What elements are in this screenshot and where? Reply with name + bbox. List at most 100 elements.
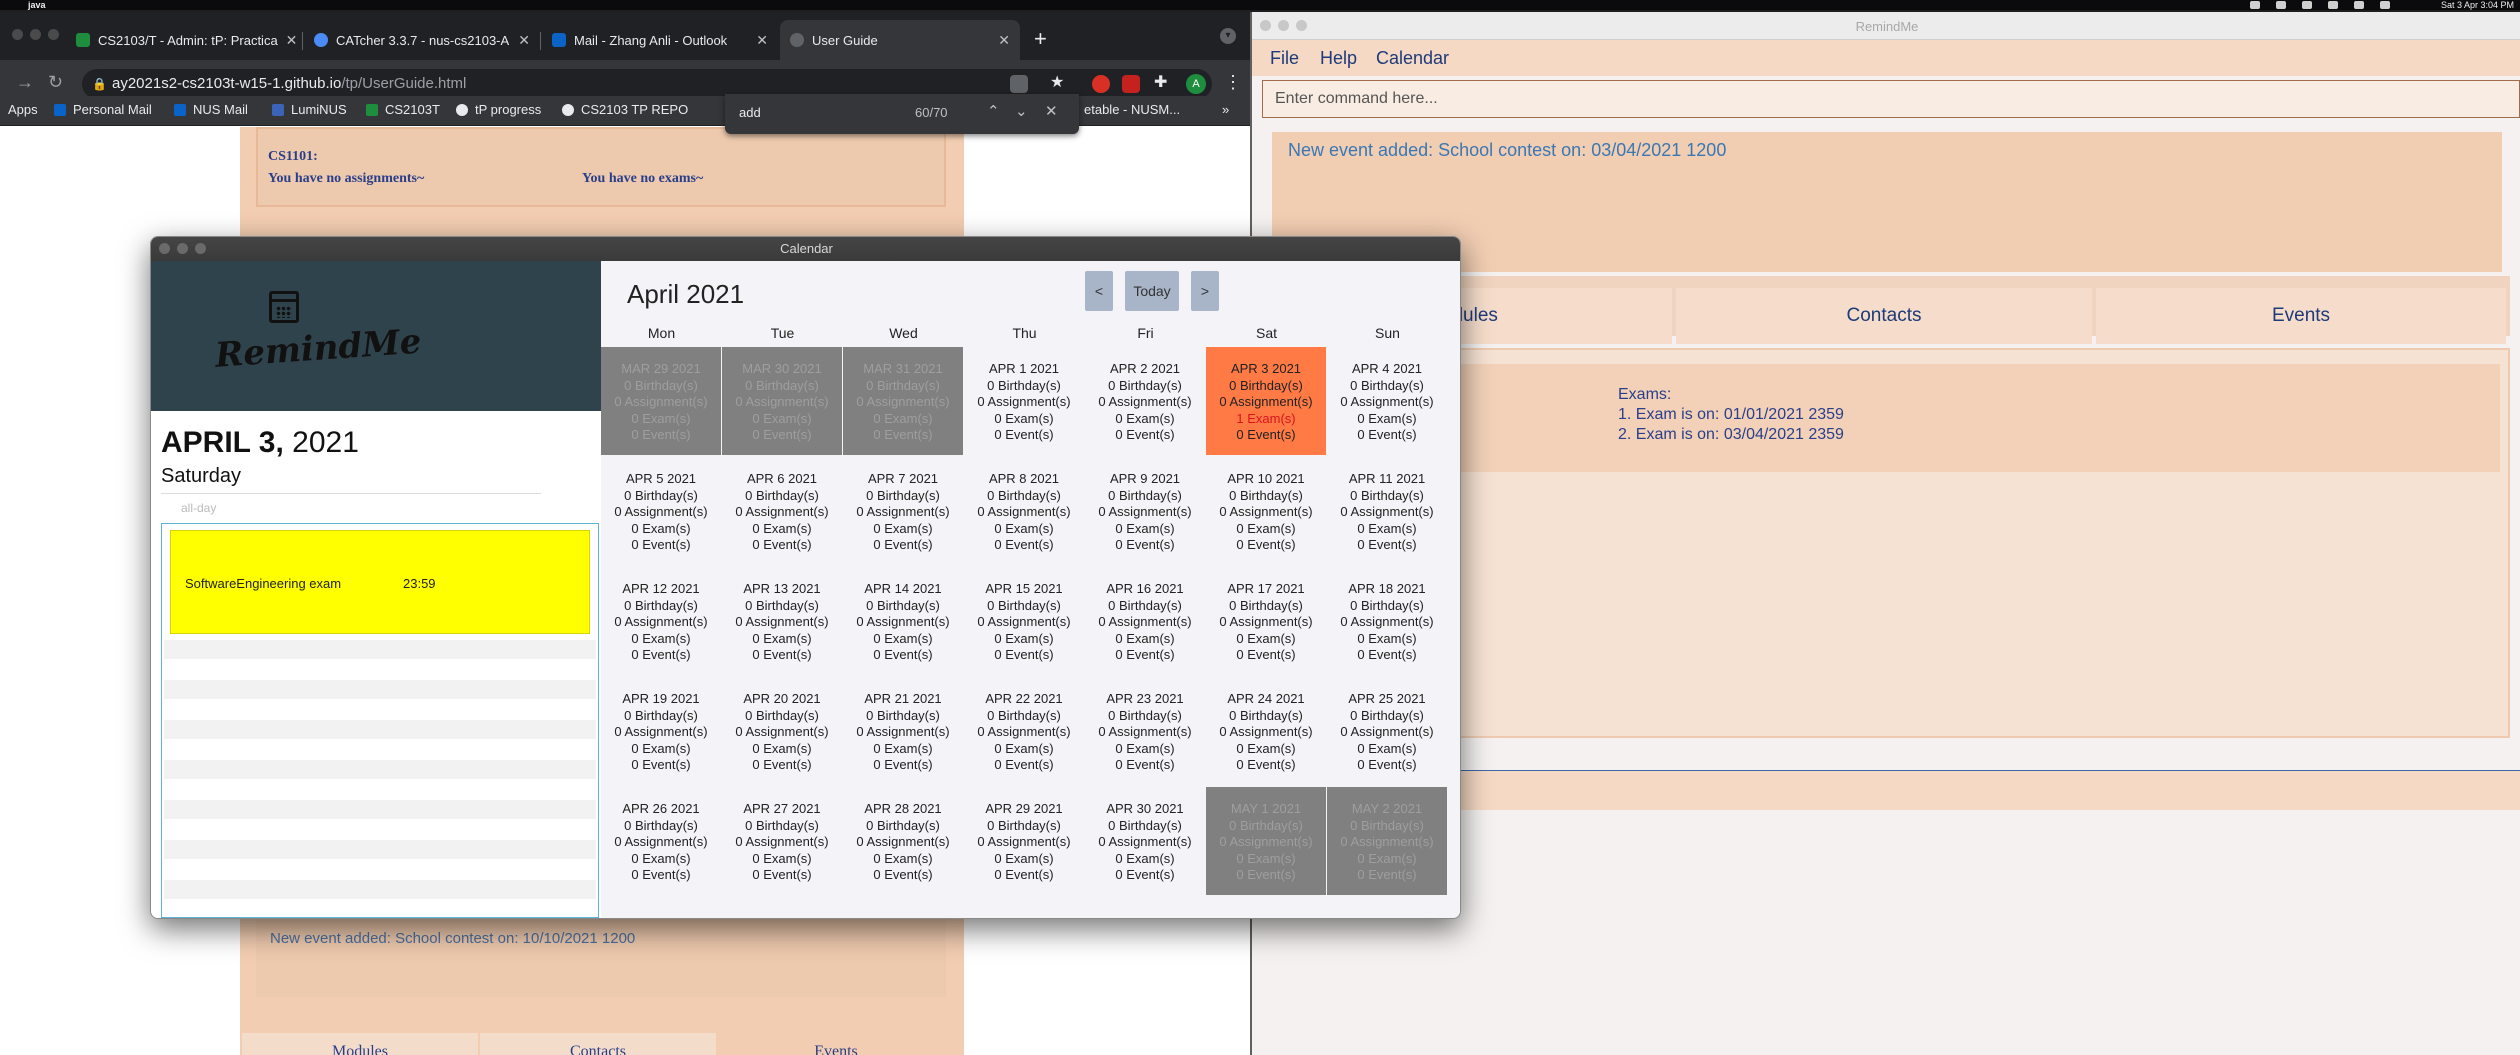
mac-clock[interactable]: Sat 3 Apr 3:04 PM	[2441, 0, 2514, 10]
tab-search-icon[interactable]: ▾	[1220, 28, 1236, 44]
calendar-day-cell[interactable]: APR 19 2021 0 Birthday(s) 0 Assignment(s) 0…	[601, 677, 721, 785]
bookmark-nusmods-timetable[interactable]: etable - NUSM...	[1084, 102, 1180, 117]
calendar-day-cell[interactable]: APR 29 2021 0 Birthday(s) 0 Assignment(s) 0…	[964, 787, 1084, 895]
calendar-day-cell[interactable]: APR 17 2021 0 Birthday(s) 0 Assignment(s) 0…	[1206, 567, 1326, 675]
calendar-day-cell[interactable]: APR 12 2021 0 Birthday(s) 0 Assignment(s) 0…	[601, 567, 721, 675]
tray-icon[interactable]	[2354, 1, 2364, 9]
window-zoom-dot[interactable]	[48, 29, 59, 40]
menu-file[interactable]: File	[1270, 48, 1299, 69]
forward-arrow-icon[interactable]: →	[16, 72, 34, 93]
close-icon[interactable]: ✕	[748, 32, 768, 49]
menu-help[interactable]: Help	[1320, 48, 1357, 69]
calendar-day-cell[interactable]: APR 4 2021 0 Birthday(s) 0 Assignment(s) 0 …	[1327, 347, 1447, 455]
find-input[interactable]: add	[739, 105, 761, 120]
calendar-day-cell[interactable]: APR 11 2021 0 Birthday(s) 0 Assignment(s) 0…	[1327, 457, 1447, 565]
puzzle-piece-icon[interactable]: ✚	[1154, 72, 1172, 91]
browser-tab-user-guide[interactable]: User Guide ✕	[780, 20, 1020, 60]
command-input[interactable]: Enter command here...	[1262, 80, 2520, 118]
extension-icon[interactable]	[1092, 75, 1110, 93]
close-icon[interactable]: ✕	[278, 32, 298, 49]
today-button[interactable]: Today	[1125, 271, 1179, 311]
calendar-day-cell[interactable]: MAR 31 2021 0 Birthday(s) 0 Assignment(s) 0…	[843, 347, 963, 455]
close-icon[interactable]: ✕	[510, 32, 530, 49]
calendar-day-cell[interactable]: APR 20 2021 0 Birthday(s) 0 Assignment(s) 0…	[722, 677, 842, 785]
assignment-count: 0 Assignment(s)	[1340, 724, 1434, 740]
calendar-day-cell[interactable]: APR 9 2021 0 Birthday(s) 0 Assignment(s) 0 …	[1085, 457, 1205, 565]
calendar-day-cell[interactable]: APR 10 2021 0 Birthday(s) 0 Assignment(s) 0…	[1206, 457, 1326, 565]
calendar-day-cell[interactable]: APR 25 2021 0 Birthday(s) 0 Assignment(s) 0…	[1327, 677, 1447, 785]
calendar-day-cell[interactable]: APR 18 2021 0 Birthday(s) 0 Assignment(s) 0…	[1327, 567, 1447, 675]
tray-icon[interactable]	[2250, 1, 2260, 9]
browser-tab-admin[interactable]: CS2103/T - Admin: tP: Practica ✕	[66, 20, 302, 60]
window-close-dot[interactable]	[12, 29, 23, 40]
tray-icon[interactable]	[2328, 1, 2338, 9]
calendar-day-cell[interactable]: MAR 29 2021 0 Birthday(s) 0 Assignment(s) 0…	[601, 347, 721, 455]
calendar-day-cell[interactable]: APR 14 2021 0 Birthday(s) 0 Assignment(s) 0…	[843, 567, 963, 675]
tab-contacts[interactable]: Contacts	[1676, 288, 2092, 344]
bookmark-cs2103t[interactable]: CS2103T	[366, 102, 440, 117]
calendar-day-cell[interactable]: APR 21 2021 0 Birthday(s) 0 Assignment(s) 0…	[843, 677, 963, 785]
calendar-day-cell[interactable]: APR 16 2021 0 Birthday(s) 0 Assignment(s) 0…	[1085, 567, 1205, 675]
calendar-day-cell[interactable]: APR 13 2021 0 Birthday(s) 0 Assignment(s) 0…	[722, 567, 842, 675]
day-date: APR 8 2021	[988, 471, 1060, 486]
mac-app-name[interactable]: java	[28, 0, 46, 10]
menu-calendar[interactable]: Calendar	[1376, 48, 1449, 69]
bookmark-tp-progress[interactable]: tP progress	[456, 102, 541, 117]
url-host: ay2021s2-cs2103t-w15-1.github.io	[112, 75, 342, 92]
calendar-day-cell[interactable]: APR 26 2021 0 Birthday(s) 0 Assignment(s) 0…	[601, 787, 721, 895]
exam-count: 0 Exam(s)	[994, 630, 1054, 646]
browser-tab-outlook[interactable]: Mail - Zhang Anli - Outlook ✕	[542, 20, 778, 60]
calendar-day-cell[interactable]: MAR 30 2021 0 Birthday(s) 0 Assignment(s) 0…	[722, 347, 842, 455]
calendar-day-cell[interactable]: APR 2 2021 0 Birthday(s) 0 Assignment(s) 0 …	[1085, 347, 1205, 455]
bookmark-star-icon[interactable]: ★	[1050, 72, 1068, 91]
calendar-day-cell[interactable]: APR 15 2021 0 Birthday(s) 0 Assignment(s) 0…	[964, 567, 1084, 675]
calendar-day-cell[interactable]: APR 27 2021 0 Birthday(s) 0 Assignment(s) 0…	[722, 787, 842, 895]
calendar-window-title: Calendar	[780, 241, 833, 256]
tray-icon[interactable]	[2380, 1, 2390, 9]
chevron-down-icon[interactable]: ⌄	[1015, 102, 1028, 120]
bookmark-luminus[interactable]: LumiNUS	[272, 102, 347, 117]
calendar-day-cell[interactable]: MAY 1 2021 0 Birthday(s) 0 Assignment(s) 0 …	[1206, 787, 1326, 895]
day-date: APR 28 2021	[864, 801, 942, 816]
page-info-icon[interactable]	[1010, 75, 1028, 93]
tab-events[interactable]: Events	[2096, 288, 2506, 344]
calendar-day-cell[interactable]: APR 1 2021 0 Birthday(s) 0 Assignment(s) 0 …	[964, 347, 1084, 455]
calendar-day-cell[interactable]: APR 22 2021 0 Birthday(s) 0 Assignment(s) 0…	[964, 677, 1084, 785]
day-agenda[interactable]: SoftwareEngineering exam 23:59	[161, 523, 599, 918]
calendar-day-cell[interactable]: APR 28 2021 0 Birthday(s) 0 Assignment(s) 0…	[843, 787, 963, 895]
close-icon[interactable]: ✕	[1045, 102, 1058, 120]
profile-avatar[interactable]: A	[1186, 74, 1206, 94]
browser-tab-catcher[interactable]: CATcher 3.3.7 - nus-cs2103-A ✕	[304, 20, 540, 60]
kebab-menu-icon[interactable]: ⋮	[1224, 72, 1242, 93]
close-icon[interactable]: ✕	[990, 32, 1010, 49]
calendar-day-cell[interactable]: APR 8 2021 0 Birthday(s) 0 Assignment(s) 0 …	[964, 457, 1084, 565]
calendar-day-cell[interactable]: APR 5 2021 0 Birthday(s) 0 Assignment(s) 0 …	[601, 457, 721, 565]
new-tab-button[interactable]: +	[1034, 26, 1047, 52]
birthday-count: 0 Birthday(s)	[624, 487, 698, 503]
loading-icon	[790, 33, 804, 47]
calendar-day-cell[interactable]: APR 23 2021 0 Birthday(s) 0 Assignment(s) 0…	[1085, 677, 1205, 785]
chevron-up-icon[interactable]: ⌃	[987, 102, 1000, 120]
bookmark-cs2103-tp-repo[interactable]: CS2103 TP REPO	[562, 102, 688, 117]
window-minimize-dot[interactable]	[30, 29, 41, 40]
agenda-event[interactable]: SoftwareEngineering exam 23:59	[170, 530, 590, 634]
calendar-day-cell[interactable]: APR 30 2021 0 Birthday(s) 0 Assignment(s) 0…	[1085, 787, 1205, 895]
calendar-day-cell[interactable]: APR 7 2021 0 Birthday(s) 0 Assignment(s) 0 …	[843, 457, 963, 565]
calendar-day-cell[interactable]: APR 24 2021 0 Birthday(s) 0 Assignment(s) 0…	[1206, 677, 1326, 785]
bookmarks-overflow-button[interactable]: »	[1222, 102, 1229, 117]
calendar-day-cell[interactable]: MAY 2 2021 0 Birthday(s) 0 Assignment(s) 0 …	[1327, 787, 1447, 895]
calendar-day-cell[interactable]: APR 6 2021 0 Birthday(s) 0 Assignment(s) 0 …	[722, 457, 842, 565]
assignment-count: 0 Assignment(s)	[1219, 614, 1313, 630]
calendar-day-cell-selected[interactable]: APR 3 2021 0 Birthday(s) 0 Assignment(s) 1 …	[1206, 347, 1326, 455]
reload-icon[interactable]: ↻	[48, 72, 63, 93]
bookmark-personal-mail[interactable]: Personal Mail	[54, 102, 152, 117]
tray-icon[interactable]	[2276, 1, 2286, 9]
next-month-button[interactable]: >	[1191, 271, 1219, 311]
prev-month-button[interactable]: <	[1085, 271, 1113, 311]
bookmark-apps[interactable]: Apps	[8, 102, 38, 117]
shield-extension-icon[interactable]	[1122, 75, 1140, 93]
tray-icon[interactable]	[2302, 1, 2312, 9]
day-date: APR 18 2021	[1348, 581, 1426, 596]
bookmark-nus-mail[interactable]: NUS Mail	[174, 102, 248, 117]
bookmark-label: etable - NUSM...	[1084, 102, 1181, 117]
